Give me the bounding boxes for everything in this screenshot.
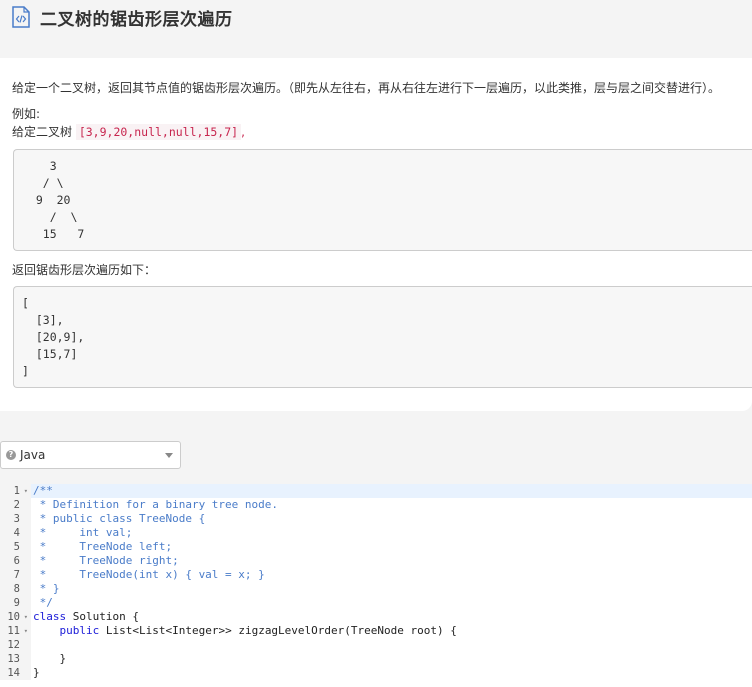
line-number-gutter: 11 ▾	[0, 624, 31, 638]
line-number-gutter: 4	[0, 526, 31, 540]
line-number: 12	[7, 639, 20, 651]
line-number: 6	[13, 555, 20, 567]
code-line[interactable]: 12	[0, 638, 752, 652]
line-number-gutter: 5	[0, 540, 31, 554]
page-header: 二叉树的锯齿形层次遍历	[12, 3, 233, 31]
line-number: 1	[13, 485, 20, 497]
code-line[interactable]: 13 }	[0, 652, 752, 666]
line-number-gutter: 8	[0, 582, 31, 596]
line-number-gutter: 1 ▾	[0, 484, 31, 498]
code-line[interactable]: 7 * TreeNode(int x) { val = x; }	[0, 568, 752, 582]
given-suffix: ,	[241, 125, 245, 139]
code-text: class Solution {	[33, 610, 139, 623]
line-number-gutter: 3	[0, 512, 31, 526]
code-text: */	[33, 596, 53, 609]
code-text: public List<List<Integer>> zigzagLevelOr…	[59, 624, 457, 637]
return-label: 返回锯齿形层次遍历如下：	[12, 263, 157, 277]
line-number-gutter: 6	[0, 554, 31, 568]
line-number: 3	[13, 513, 20, 525]
example-label: 例如:	[12, 107, 41, 121]
fold-toggle-icon[interactable]: ▾	[24, 484, 28, 498]
code-line[interactable]: 5 * TreeNode left;	[0, 540, 752, 554]
chevron-down-icon	[165, 453, 173, 458]
code-line[interactable]: 10 ▾ class Solution {	[0, 610, 752, 624]
line-number: 2	[13, 499, 20, 511]
fold-toggle-icon[interactable]: ▾	[24, 610, 28, 624]
code-text: * Definition for a binary tree node.	[33, 498, 279, 511]
problem-description: 给定一个二叉树，返回其节点值的锯齿形层次遍历。（即先从左往右，再从右往左进行下一…	[12, 81, 721, 95]
code-file-icon	[12, 6, 30, 28]
tree-diagram-block: 3 / \ 9 20 / \ 15 7	[13, 149, 752, 251]
line-number: 9	[13, 597, 20, 609]
line-number: 8	[13, 583, 20, 595]
line-number-gutter: 14	[0, 666, 31, 680]
code-text: * TreeNode(int x) { val = x; }	[33, 568, 265, 581]
line-number: 4	[13, 527, 20, 539]
given-tree-line: 给定二叉树 [3,9,20,null,null,15,7],	[12, 123, 245, 140]
given-prefix: 给定二叉树	[12, 125, 76, 139]
line-number-gutter: 2	[0, 498, 31, 512]
line-number: 11	[7, 625, 20, 637]
fold-toggle-icon[interactable]: ▾	[24, 624, 28, 638]
result-output-block: [ [3], [20,9], [15,7] ]	[13, 286, 752, 388]
code-line[interactable]: 8 * }	[0, 582, 752, 596]
code-line[interactable]: 9 */	[0, 596, 752, 610]
line-number: 13	[7, 653, 20, 665]
page-title: 二叉树的锯齿形层次遍历	[40, 9, 233, 30]
code-text: /**	[33, 484, 53, 497]
line-number: 14	[7, 667, 20, 679]
code-line[interactable]: 3 * public class TreeNode {	[0, 512, 752, 526]
question-circle-icon[interactable]: ?	[6, 450, 16, 460]
line-number-gutter: 10 ▾	[0, 610, 31, 624]
given-tree-code: [3,9,20,null,null,15,7]	[75, 124, 242, 140]
code-line[interactable]: 14}	[0, 666, 752, 680]
code-text: }	[33, 652, 67, 665]
line-number: 7	[13, 569, 20, 581]
line-number-gutter: 12	[0, 638, 31, 652]
code-line[interactable]: 11 ▾ public List<List<Integer>> zigzagLev…	[0, 624, 752, 638]
code-editor[interactable]: 1 ▾/** 2 * Definition for a binary tree no…	[0, 484, 752, 687]
problem-description-card: 给定一个二叉树，返回其节点值的锯齿形层次遍历。（即先从左往右，再从右往左进行下一…	[0, 58, 752, 411]
line-number: 10	[7, 611, 20, 623]
language-select[interactable]: ? Java	[0, 441, 181, 469]
code-line[interactable]: 6 * TreeNode right;	[0, 554, 752, 568]
line-number-gutter: 13	[0, 652, 31, 666]
language-select-value: Java	[20, 448, 46, 462]
code-text: * TreeNode left;	[33, 540, 173, 553]
code-text: * TreeNode right;	[33, 554, 179, 567]
code-line[interactable]: 2 * Definition for a binary tree node.	[0, 498, 752, 512]
code-text: * }	[33, 582, 60, 595]
code-text: * int val;	[33, 526, 133, 539]
code-text: }	[33, 666, 40, 679]
line-number-gutter: 7	[0, 568, 31, 582]
code-line[interactable]: 1 ▾/**	[0, 484, 752, 498]
code-line[interactable]: 4 * int val;	[0, 526, 752, 540]
code-text: * public class TreeNode {	[33, 512, 206, 525]
line-number: 5	[13, 541, 20, 553]
line-number-gutter: 9	[0, 596, 31, 610]
